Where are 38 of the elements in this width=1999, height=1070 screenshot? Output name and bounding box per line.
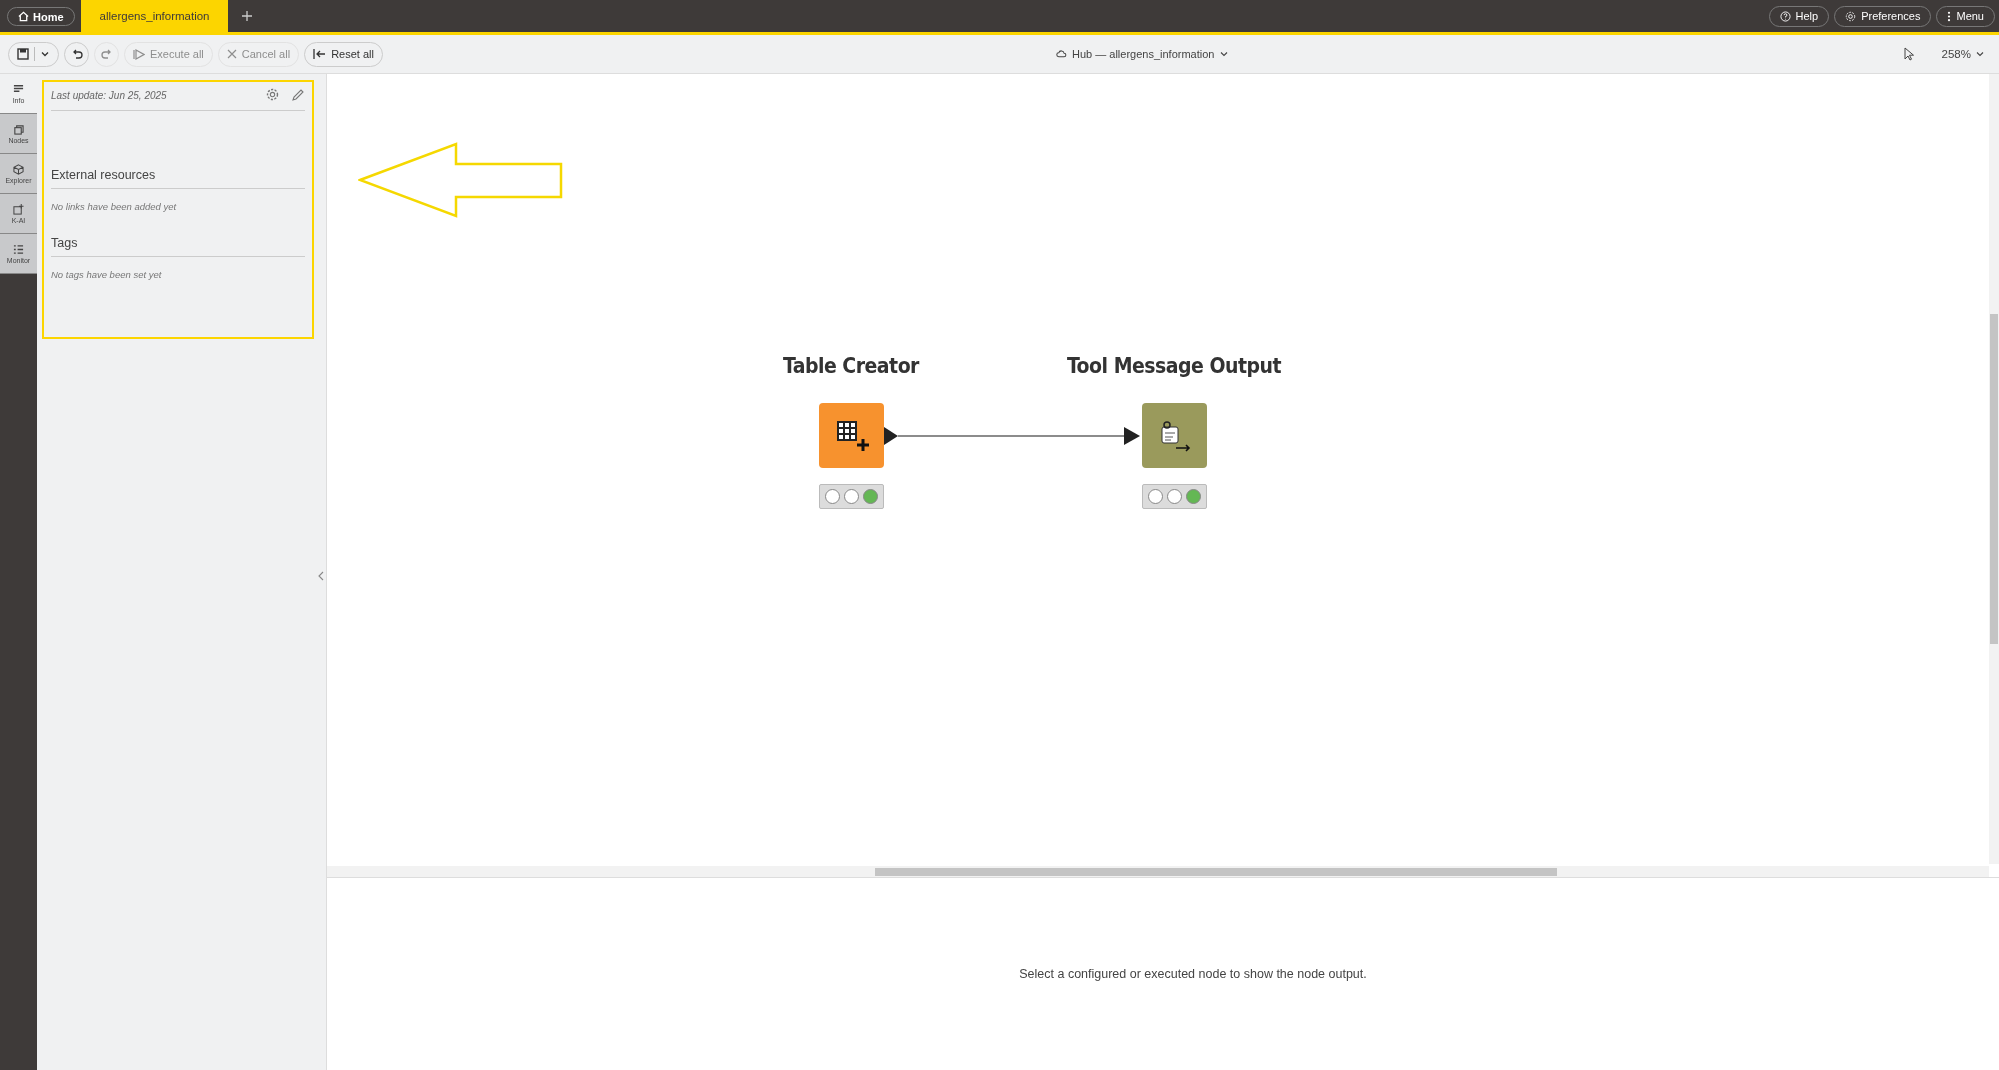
collapse-icon[interactable] — [318, 571, 324, 581]
chevron-down-icon — [40, 49, 50, 59]
node-title: Tool Message Output — [1067, 354, 1281, 378]
stacked-squares-icon — [13, 123, 24, 135]
chevron-down-icon — [1975, 50, 1985, 58]
workflow-tab[interactable]: allergens_information — [80, 0, 228, 32]
zoom-dropdown[interactable]: 258% — [1935, 47, 1991, 61]
section-title: Tags — [51, 232, 305, 257]
help-icon — [1779, 10, 1791, 22]
cross-icon — [226, 49, 237, 59]
node[interactable] — [1142, 403, 1207, 468]
pencil-icon[interactable] — [291, 88, 305, 102]
node[interactable] — [819, 403, 884, 468]
list-icon — [13, 243, 24, 255]
cloud-icon — [1056, 49, 1067, 59]
plus-icon — [241, 11, 252, 21]
kebab-menu-icon — [1947, 10, 1952, 22]
empty-state-text: No links have been added yet — [51, 200, 178, 214]
node-title: Table Creator — [783, 354, 919, 378]
cube-icon — [13, 163, 24, 175]
play-icon — [133, 48, 145, 60]
vertical-scrollbar[interactable] — [1989, 74, 1999, 864]
settings-icon — [1845, 10, 1857, 22]
section-title: External resources — [51, 164, 305, 189]
lines-icon — [13, 83, 24, 95]
table-plus-icon — [834, 418, 869, 453]
empty-state-text: No tags have been set yet — [51, 268, 163, 282]
breadcrumb[interactable]: Hub — allergens_information — [1050, 47, 1236, 61]
square-sparkle-icon — [13, 203, 24, 215]
settings-icon[interactable] — [266, 88, 279, 101]
pointer-icon[interactable] — [1901, 47, 1916, 61]
horizontal-scrollbar[interactable] — [327, 866, 1989, 877]
output-hint-text: Select a configured or executed node to show the node output. — [1019, 967, 1367, 981]
home-icon — [18, 11, 29, 22]
reset-arrow-icon — [313, 49, 327, 59]
redo-icon — [100, 49, 113, 59]
last-update-text: Last update: Jun 25, 2025 — [51, 89, 167, 101]
chevron-down-icon — [1219, 50, 1230, 58]
